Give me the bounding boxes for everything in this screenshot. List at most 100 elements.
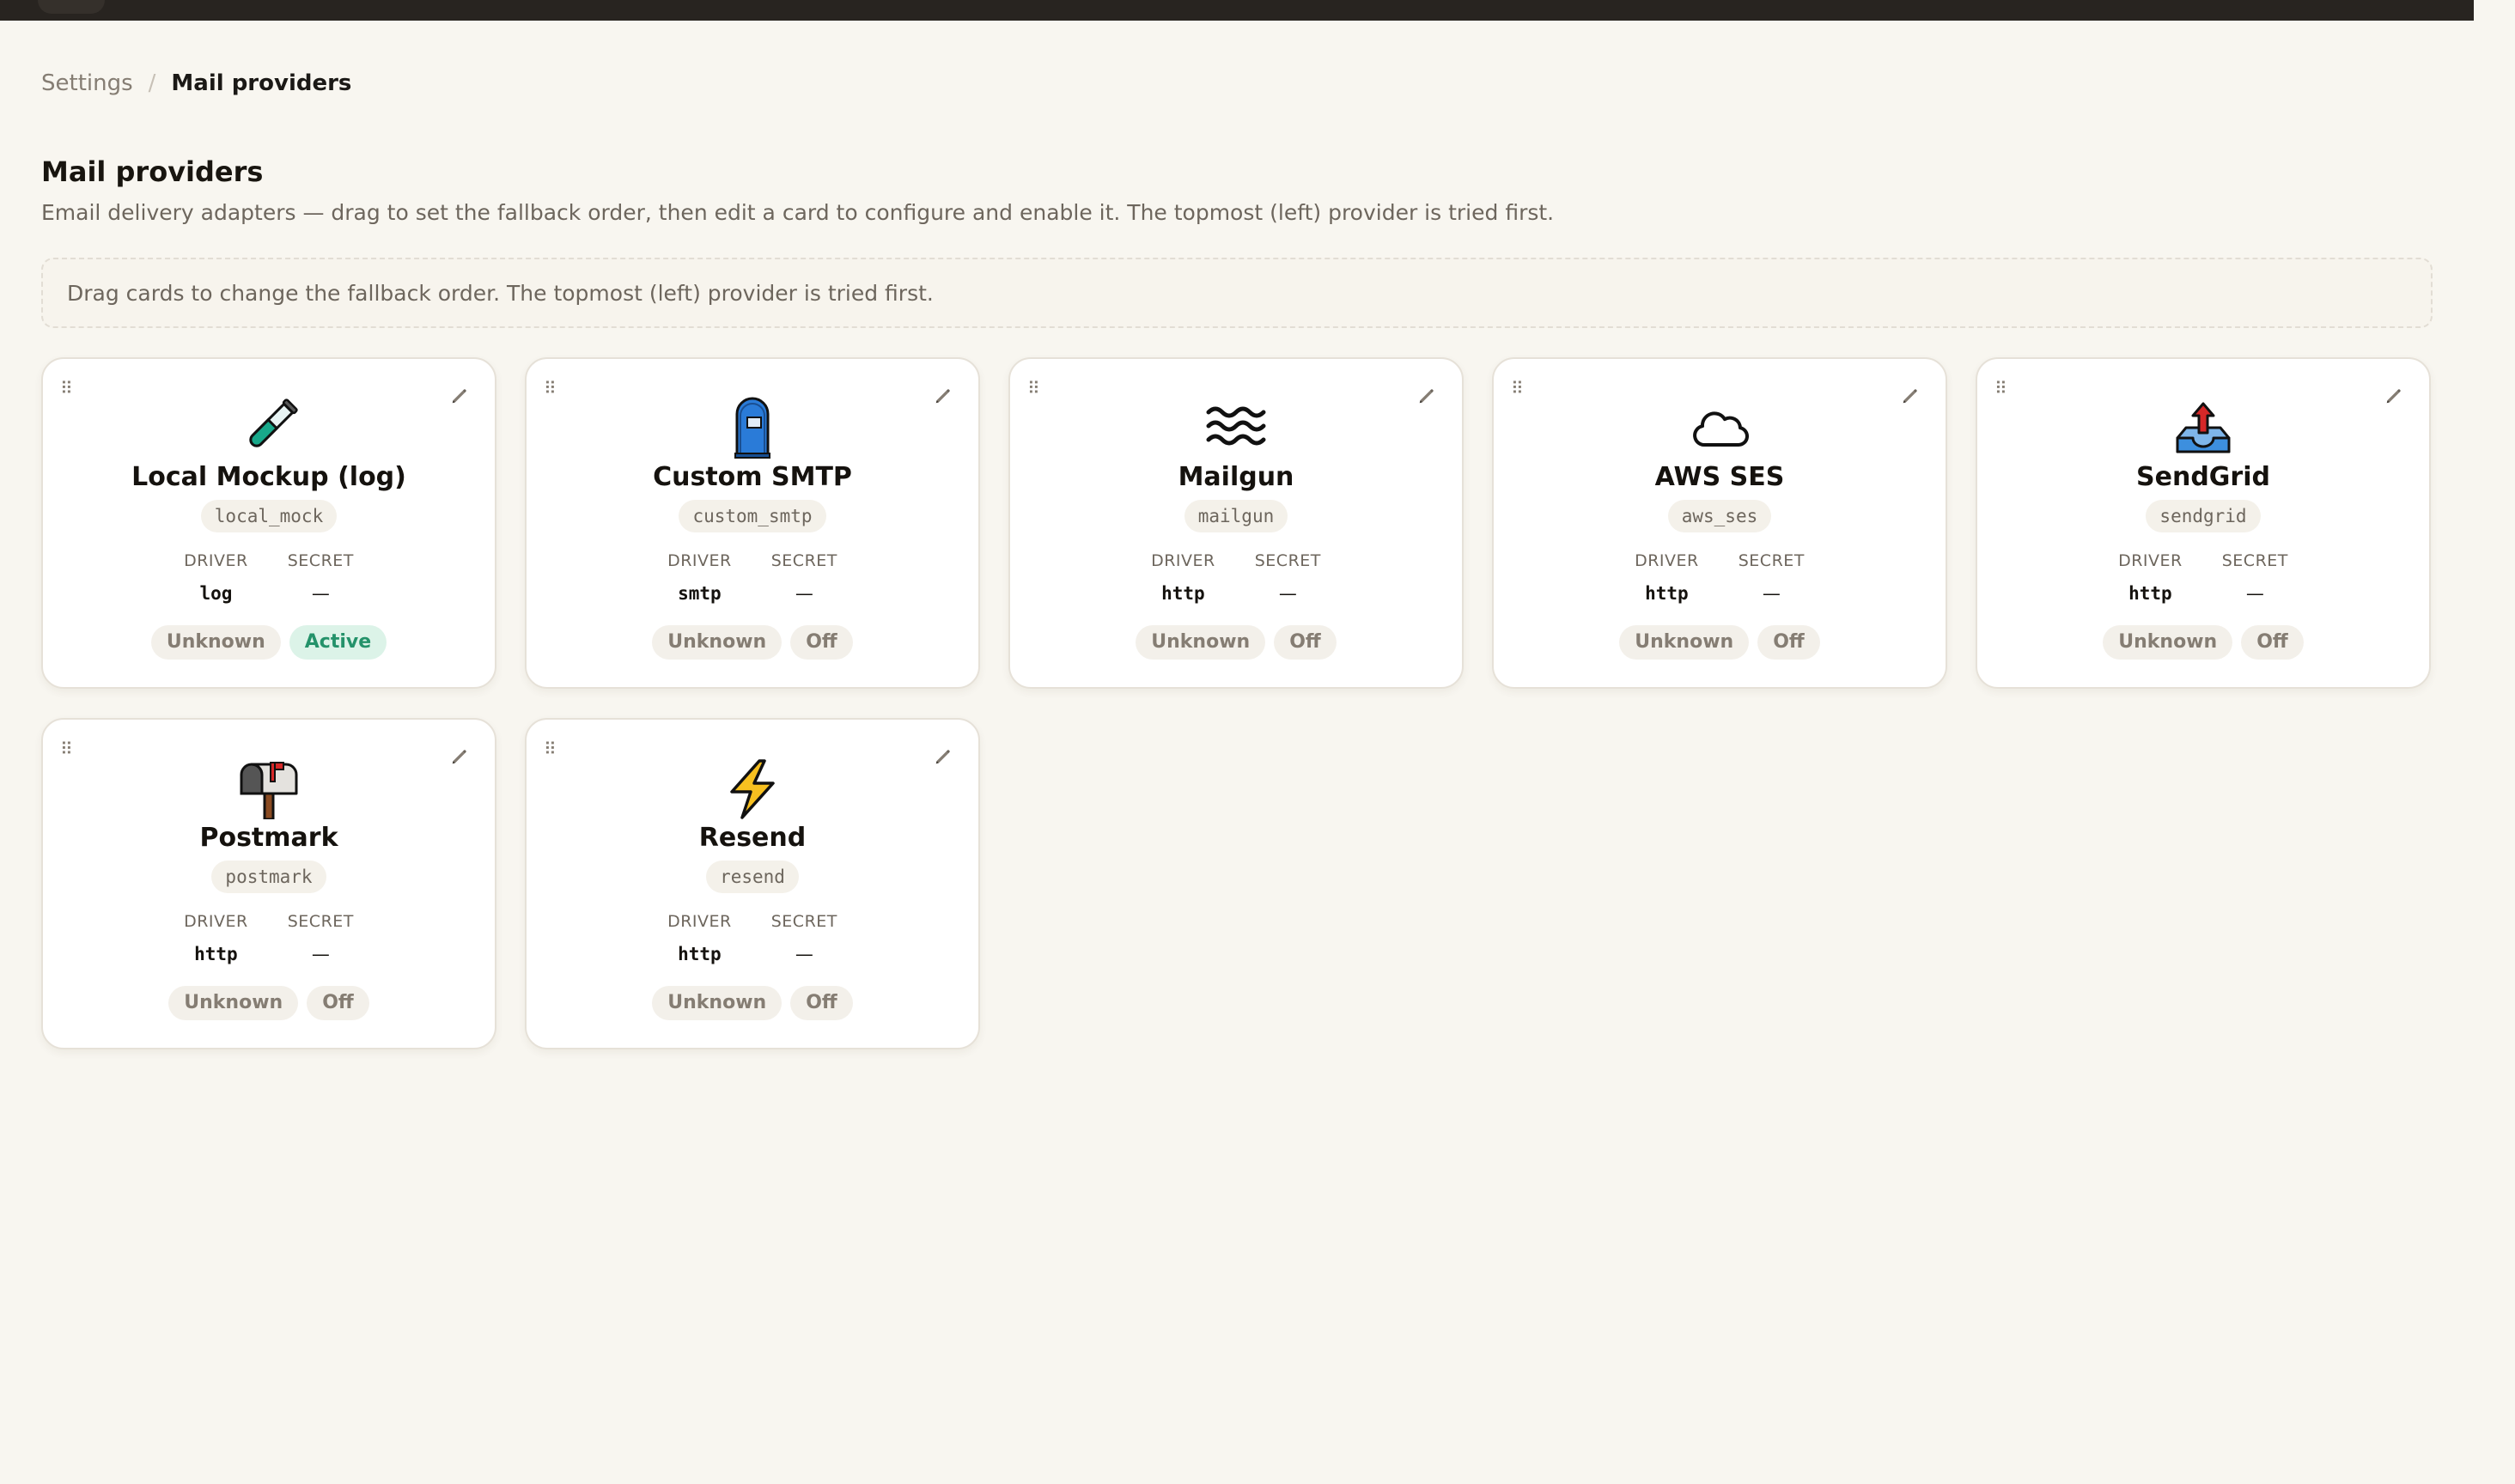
status-badges: Unknown Off — [2103, 625, 2304, 660]
pencil-icon — [1903, 389, 1917, 404]
provider-grid: ⠿ Local Mockup (log) local_mock DRIVER lo… — [41, 357, 2433, 1049]
health-badge: Unknown — [168, 986, 299, 1020]
provider-meta: DRIVER http SECRET — — [1151, 550, 1321, 605]
driver-value: http — [2128, 583, 2172, 604]
postbox-icon — [718, 397, 787, 459]
secret-label: SECRET — [1738, 551, 1805, 570]
secret-label: SECRET — [770, 551, 837, 570]
edit-button[interactable] — [447, 383, 472, 409]
provider-name: Postmark — [199, 823, 338, 853]
health-badge: Unknown — [652, 625, 783, 660]
status-badge: Off — [1757, 625, 1820, 660]
top-bar-tab — [38, 0, 105, 14]
edit-button[interactable] — [1414, 383, 1440, 409]
breadcrumb: Settings / Mail providers — [41, 21, 2433, 139]
cloud-icon — [1685, 397, 1754, 459]
edit-button[interactable] — [930, 744, 956, 769]
driver-value: http — [194, 944, 238, 964]
status-badge: Active — [289, 625, 387, 660]
status-badges: Unknown Off — [168, 986, 369, 1020]
pencil-icon — [2386, 389, 2401, 404]
provider-meta: DRIVER log SECRET — — [184, 550, 354, 605]
edit-button[interactable] — [930, 383, 956, 409]
drag-handle[interactable]: ⠿ — [1511, 380, 1524, 397]
pencil-icon — [935, 389, 950, 404]
drag-handle[interactable]: ⠿ — [60, 380, 73, 397]
provider-name: AWS SES — [1654, 462, 1785, 492]
pencil-icon — [452, 389, 466, 404]
mailbox-icon — [234, 757, 303, 819]
secret-value: — — [2245, 583, 2264, 604]
drag-handle[interactable]: ⠿ — [1027, 380, 1040, 397]
secret-value: — — [795, 944, 813, 964]
provider-card-aws-ses[interactable]: ⠿ AWS SES aws_ses DRIVER http SECRET — Unk… — [1492, 357, 1947, 689]
driver-value: http — [1645, 583, 1689, 604]
provider-slug: custom_smtp — [679, 500, 826, 532]
driver-value: log — [199, 583, 233, 604]
provider-slug: resend — [706, 861, 799, 893]
provider-name: Resend — [698, 823, 807, 853]
drag-hint: Drag cards to change the fallback order.… — [41, 258, 2433, 328]
status-badge: Off — [307, 986, 369, 1020]
secret-label: SECRET — [1254, 551, 1321, 570]
driver-label: DRIVER — [667, 912, 732, 931]
secret-value: — — [311, 583, 330, 604]
provider-meta: DRIVER http SECRET — — [184, 910, 354, 965]
driver-value: smtp — [678, 583, 722, 604]
provider-name: SendGrid — [2136, 462, 2270, 492]
health-badge: Unknown — [1619, 625, 1750, 660]
driver-label: DRIVER — [184, 551, 248, 570]
outbox-tray-icon — [2169, 397, 2238, 459]
page-title: Mail providers — [41, 155, 264, 188]
secret-value: — — [795, 583, 813, 604]
secret-label: SECRET — [770, 912, 837, 931]
provider-name: Mailgun — [1178, 462, 1294, 492]
status-badge: Off — [2241, 625, 2304, 660]
edit-button[interactable] — [447, 744, 472, 769]
status-badges: Unknown Off — [1619, 625, 1820, 660]
breadcrumb-separator: / — [148, 70, 156, 96]
status-badges: Unknown Off — [652, 986, 853, 1020]
provider-card-mailgun[interactable]: ⠿ Mailgun mailgun DRIVER http SECRET — Unk… — [1008, 357, 1464, 689]
pencil-icon — [1419, 389, 1434, 404]
provider-slug: postmark — [211, 861, 326, 893]
health-badge: Unknown — [1136, 625, 1266, 660]
lightning-icon — [718, 757, 787, 819]
provider-name: Custom SMTP — [653, 462, 852, 492]
provider-name: Local Mockup (log) — [131, 462, 406, 492]
provider-card-custom-smtp[interactable]: ⠿ Custom SMTP custom_smtp DRIVER smtp SEC… — [525, 357, 980, 689]
driver-label: DRIVER — [1151, 551, 1215, 570]
drag-handle[interactable]: ⠿ — [544, 380, 557, 397]
provider-card-resend[interactable]: ⠿ Resend resend DRIVER http SECRET — Unkno… — [525, 718, 980, 1049]
breadcrumb-settings-link[interactable]: Settings — [41, 70, 133, 96]
drag-handle[interactable]: ⠿ — [60, 740, 73, 757]
secret-label: SECRET — [287, 551, 354, 570]
provider-card-local-mock[interactable]: ⠿ Local Mockup (log) local_mock DRIVER lo… — [41, 357, 496, 689]
status-badge: Off — [790, 986, 853, 1020]
secret-label: SECRET — [2221, 551, 2288, 570]
health-badge: Unknown — [652, 986, 783, 1020]
health-badge: Unknown — [2103, 625, 2233, 660]
provider-meta: DRIVER smtp SECRET — — [667, 550, 837, 605]
provider-card-sendgrid[interactable]: ⠿ SendGrid sendgrid DRIVER http SECRET — U… — [1976, 357, 2431, 689]
secret-value: — — [311, 944, 330, 964]
health-badge: Unknown — [150, 625, 281, 660]
secret-value: — — [1762, 583, 1781, 604]
pencil-icon — [452, 750, 466, 764]
edit-button[interactable] — [2381, 383, 2407, 409]
status-badge: Off — [790, 625, 853, 660]
status-badges: Unknown Off — [652, 625, 853, 660]
drag-handle[interactable]: ⠿ — [1994, 380, 2007, 397]
edit-button[interactable] — [1897, 383, 1923, 409]
driver-label: DRIVER — [2118, 551, 2183, 570]
provider-slug: mailgun — [1184, 500, 1288, 532]
pencil-icon — [935, 750, 950, 764]
drag-handle[interactable]: ⠿ — [544, 740, 557, 757]
main-content: Settings / Mail providers Mail providers… — [41, 21, 2433, 1049]
driver-label: DRIVER — [1635, 551, 1699, 570]
provider-slug: local_mock — [200, 500, 338, 532]
test-tube-icon — [234, 397, 303, 459]
provider-meta: DRIVER http SECRET — — [2118, 550, 2288, 605]
provider-slug: aws_ses — [1667, 500, 1772, 532]
provider-card-postmark[interactable]: ⠿ Postmark postmark DRIVER http SECRET — — [41, 718, 496, 1049]
